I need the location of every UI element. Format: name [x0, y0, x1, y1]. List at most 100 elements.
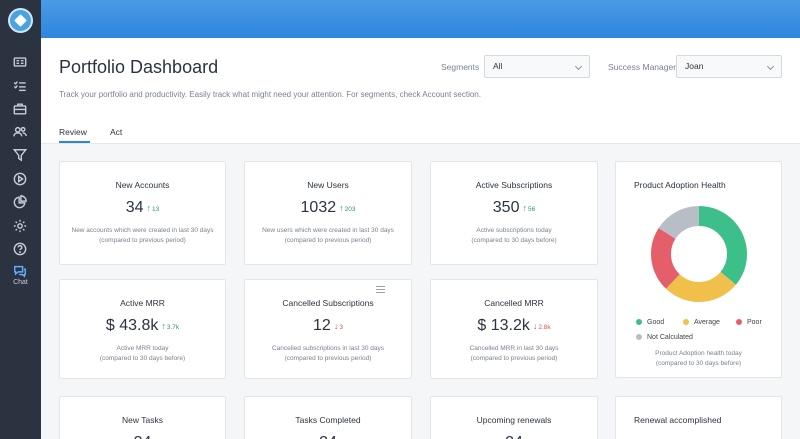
id-card-icon[interactable]	[12, 54, 28, 70]
card-title: Active Subscriptions	[475, 180, 553, 190]
card-description: New accounts which were created in last …	[68, 226, 217, 246]
legend-good[interactable]: Good	[636, 319, 664, 326]
legend-dot	[636, 319, 642, 326]
card-active-subscriptions[interactable]: Active Subscriptions 350 ↑56 Active subsc…	[430, 161, 598, 265]
legend-dot	[736, 319, 742, 326]
card-product-adoption-health[interactable]: Product Adoption Health Good Average Poo…	[615, 161, 782, 378]
checklist-icon[interactable]	[12, 78, 28, 94]
pie-chart-icon[interactable]	[12, 194, 28, 210]
tab-act[interactable]: Act	[110, 127, 122, 137]
legend-average[interactable]: Average	[683, 319, 720, 326]
app-logo[interactable]	[8, 8, 33, 33]
metric-value: 34 ↑13	[60, 199, 225, 217]
card-title: Renewal accomplished	[634, 415, 722, 425]
legend-dot	[636, 334, 642, 341]
arrow-up-icon: ↑	[161, 320, 166, 331]
delta-up: ↑3.7k	[161, 320, 179, 331]
card-description: New users which were created in last 30 …	[253, 226, 403, 246]
success-manager-select[interactable]: Joan	[676, 55, 782, 78]
description-line: New users which were created in last 30 …	[262, 227, 394, 234]
arrow-down-icon: ↓	[532, 320, 538, 331]
card-upcoming-renewals[interactable]: Upcoming renewals 24	[430, 396, 598, 439]
metric-value: 12 ↓3	[245, 317, 411, 335]
card-title: Cancelled MRR	[484, 298, 544, 308]
top-bar	[41, 0, 800, 38]
delta-up: ↑13	[146, 202, 160, 213]
play-icon[interactable]	[12, 171, 28, 187]
cube-icon	[14, 14, 27, 27]
legend-label: Average	[694, 319, 720, 326]
description-line: (compared to previous period)	[284, 237, 372, 244]
page-title: Portfolio Dashboard	[59, 57, 219, 77]
metric-number: 34	[60, 434, 225, 439]
delta-down: ↓3	[333, 320, 343, 331]
card-title: Product Adoption Health	[634, 180, 726, 190]
sidebar: Chat	[0, 0, 41, 439]
segments-select[interactable]: All	[484, 55, 590, 78]
metric-number: 350	[492, 199, 520, 216]
delta-value: 3	[339, 323, 343, 331]
help-icon[interactable]	[12, 241, 28, 257]
delta-up: ↑56	[522, 202, 536, 213]
description-line: Active MRR today	[116, 345, 169, 352]
card-new-users[interactable]: New Users 1032 ↑203 New users which were …	[244, 161, 412, 265]
metric-value: $ 43.8k ↑3.7k	[60, 317, 225, 335]
legend-not-calculated[interactable]: Not Calculated	[636, 334, 693, 341]
delta-value: 56	[527, 205, 536, 213]
card-cancelled-mrr[interactable]: Cancelled MRR $ 13.2k ↓2.8k Cancelled MRR…	[430, 279, 598, 379]
segments-value: All	[493, 61, 503, 71]
briefcase-icon[interactable]	[12, 101, 28, 117]
delta-value: 13	[152, 205, 160, 213]
card-new-accounts[interactable]: New Accounts 34 ↑13 New accounts which we…	[59, 161, 226, 265]
metric-number: $ 13.2k	[477, 317, 530, 334]
card-description: Product Adoption health today (compared …	[616, 349, 781, 369]
card-title: New Users	[307, 180, 349, 190]
chat-label[interactable]: Chat	[0, 279, 41, 286]
legend-poor[interactable]: Poor	[736, 319, 762, 326]
card-title: Active MRR	[120, 298, 165, 308]
card-cancelled-subscriptions[interactable]: Cancelled Subscriptions 12 ↓3 Cancelled s…	[244, 279, 412, 379]
card-title: Upcoming renewals	[476, 415, 552, 425]
users-icon[interactable]	[12, 124, 28, 140]
card-description: Active subscriptions today (compared to …	[439, 226, 589, 246]
card-tasks-completed[interactable]: Tasks Completed 24	[244, 396, 412, 439]
active-tab-indicator	[59, 141, 90, 143]
card-title: Tasks Completed	[295, 415, 361, 425]
metric-number: $ 43.8k	[105, 317, 159, 334]
card-active-mrr[interactable]: Active MRR $ 43.8k ↑3.7k Active MRR today…	[59, 279, 226, 379]
success-manager-label: Success Manager	[608, 62, 677, 72]
arrow-up-icon: ↑	[522, 202, 527, 213]
success-manager-value: Joan	[685, 61, 704, 71]
card-description: Cancelled subscriptions in last 30 days …	[253, 344, 403, 364]
arrow-up-icon: ↑	[146, 202, 152, 213]
card-title: Cancelled Subscriptions	[282, 298, 374, 308]
adoption-donut-chart	[651, 206, 747, 302]
gear-icon[interactable]	[12, 218, 28, 234]
arrow-down-icon: ↓	[333, 320, 339, 331]
card-new-tasks[interactable]: New Tasks 34	[59, 396, 226, 439]
description-line: (compared to previous period)	[99, 237, 186, 244]
legend-label: Not Calculated	[647, 334, 693, 341]
tab-review[interactable]: Review	[59, 127, 87, 137]
page-header: Portfolio Dashboard Track your portfolio…	[41, 38, 800, 110]
chevron-down-icon	[766, 62, 775, 71]
legend-label: Poor	[747, 319, 762, 326]
menu-icon[interactable]	[376, 286, 385, 294]
legend-dot	[683, 319, 689, 326]
description-line: New accounts which were created in last …	[71, 227, 214, 234]
card-description: Active MRR today (compared to 30 days be…	[68, 344, 217, 364]
chat-icon[interactable]	[12, 263, 28, 279]
filter-icon[interactable]	[12, 147, 28, 163]
delta-down: ↓2.8k	[532, 320, 551, 331]
metric-number: 12	[313, 317, 331, 334]
delta-value: 2.8k	[538, 323, 551, 331]
card-renewal-accomplished[interactable]: Renewal accomplished	[615, 396, 782, 439]
metric-number: 24	[245, 434, 411, 439]
tab-bar: Review Act	[41, 110, 800, 144]
description-line: (compared to previous period)	[284, 355, 372, 362]
segments-label: Segments	[441, 62, 480, 72]
delta-up: ↑203	[339, 203, 356, 213]
delta-value: 203	[344, 205, 356, 213]
page-subtitle: Track your portfolio and productivity. E…	[59, 90, 481, 99]
description-line: Cancelled MRR in last 30 days	[469, 345, 559, 352]
